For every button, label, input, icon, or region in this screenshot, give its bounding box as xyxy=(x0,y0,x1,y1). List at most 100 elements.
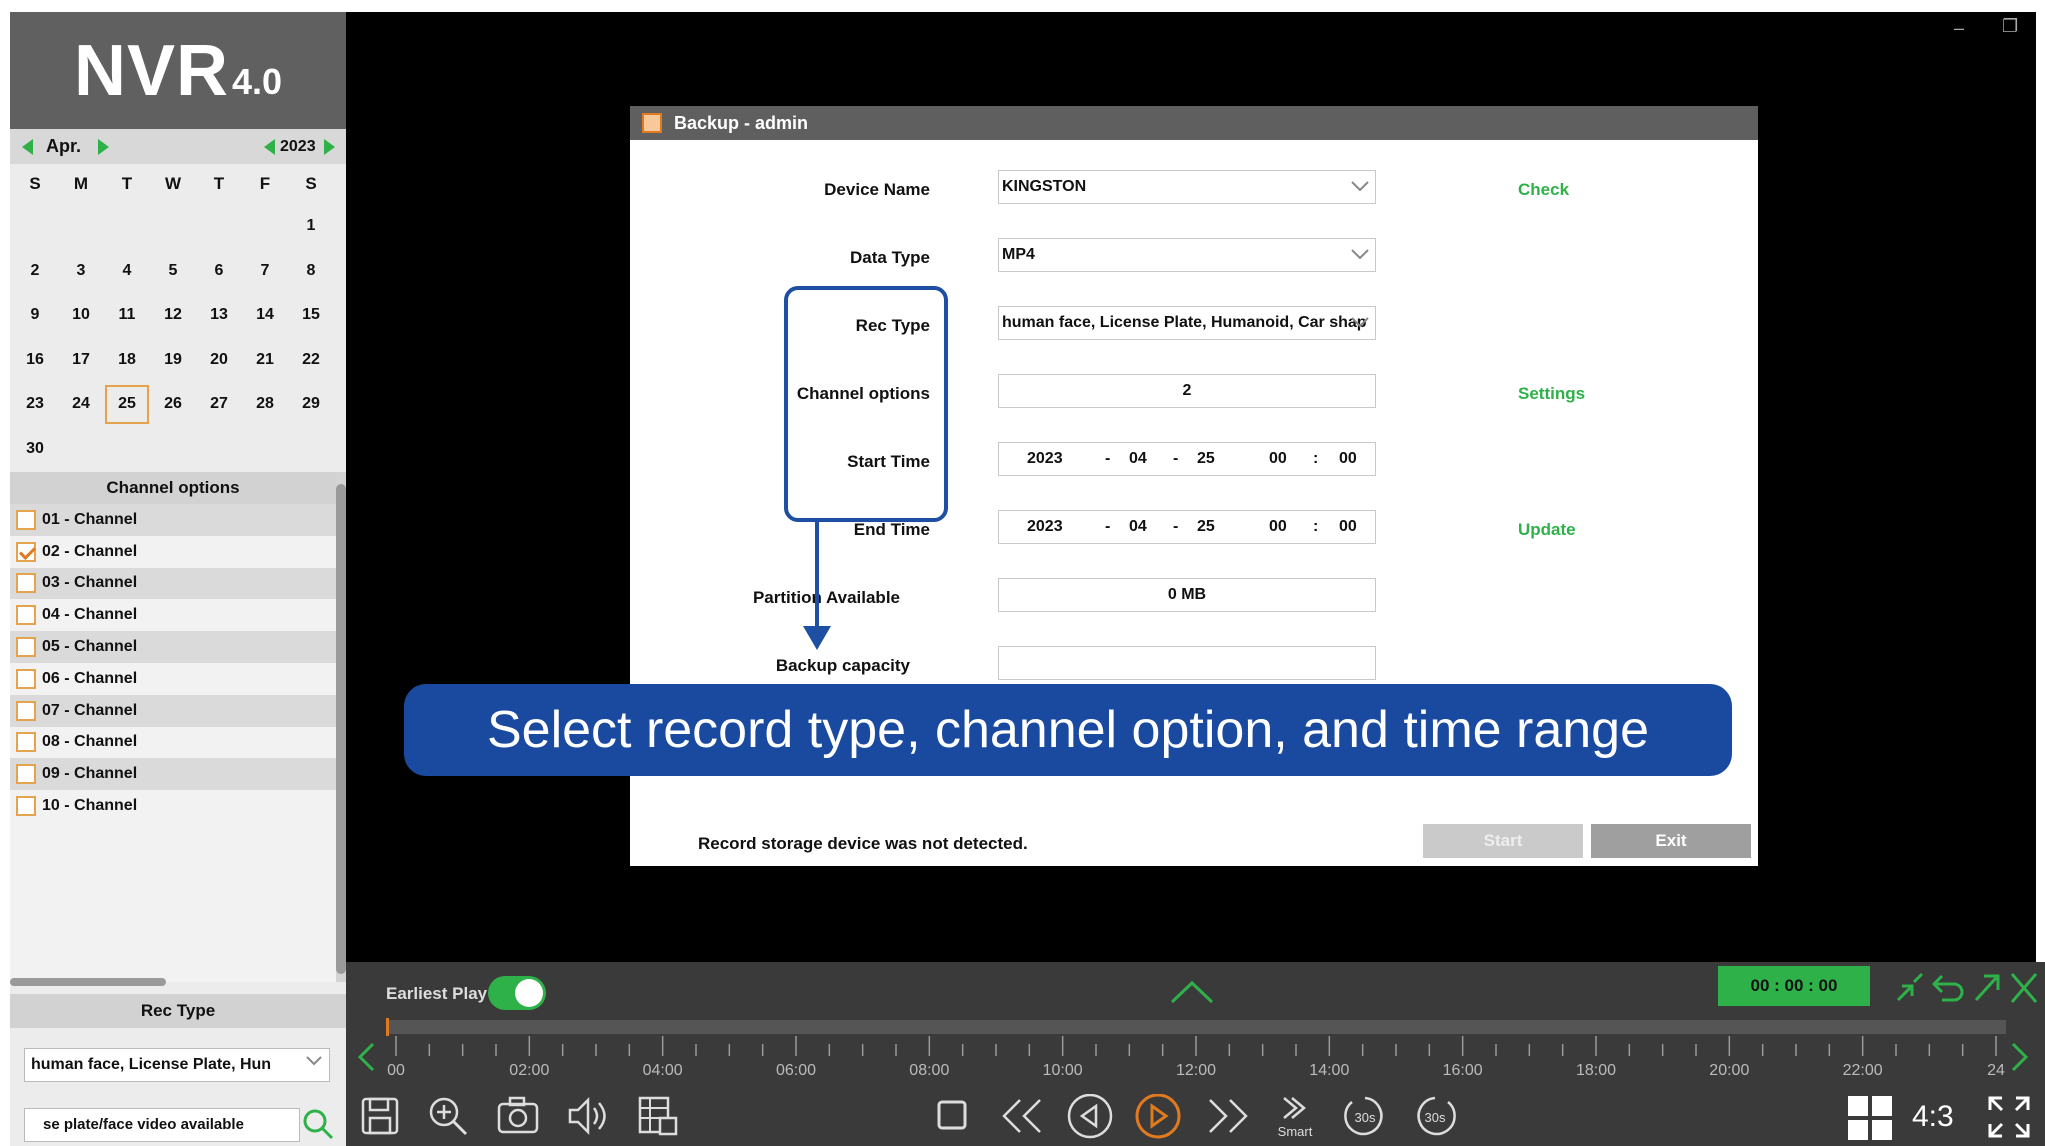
calendar-day[interactable]: 30 xyxy=(12,427,58,472)
end-minute[interactable]: 00 xyxy=(1339,511,1357,543)
skip-back-30s-icon[interactable]: 30s xyxy=(1342,1094,1388,1140)
calendar-day[interactable]: 6 xyxy=(196,249,242,294)
prev-month-icon[interactable] xyxy=(22,139,33,155)
device-name-select[interactable]: KINGSTON xyxy=(998,170,1376,204)
volume-icon[interactable] xyxy=(566,1094,610,1138)
calendar-day[interactable]: 13 xyxy=(196,293,242,338)
stop-icon[interactable] xyxy=(934,1094,970,1138)
timeline-track[interactable] xyxy=(386,1020,2006,1034)
collapse-icon[interactable] xyxy=(1896,972,1924,1002)
channel-row[interactable]: 06 - Channel xyxy=(10,663,336,695)
calendar-day[interactable]: 9 xyxy=(12,293,58,338)
channel-scrollbar-thumb[interactable] xyxy=(336,484,346,974)
settings-link[interactable]: Settings xyxy=(1518,384,1585,404)
calendar-day[interactable]: 14 xyxy=(242,293,288,338)
calendar-day[interactable]: 28 xyxy=(242,382,288,427)
calendar-day[interactable]: 4 xyxy=(104,249,150,294)
channel-row[interactable]: 02 - Channel xyxy=(10,536,336,568)
calendar-day[interactable]: 18 xyxy=(104,338,150,383)
horizontal-scrollbar-thumb[interactable] xyxy=(10,978,166,986)
calendar-day[interactable]: 19 xyxy=(150,338,196,383)
end-month[interactable]: 04 xyxy=(1129,511,1147,543)
end-day[interactable]: 25 xyxy=(1197,511,1215,543)
end-year[interactable]: 2023 xyxy=(1027,511,1063,543)
start-month[interactable]: 04 xyxy=(1129,443,1147,475)
end-hour[interactable]: 00 xyxy=(1269,511,1287,543)
chevron-right-icon[interactable] xyxy=(2010,1042,2030,1072)
exit-button[interactable]: Exit xyxy=(1591,824,1751,858)
channel-row[interactable]: 07 - Channel xyxy=(10,694,336,727)
start-time-field[interactable]: 2023 - 04 - 25 00 : 00 : 00 xyxy=(998,442,1376,476)
start-button[interactable]: Start xyxy=(1423,824,1583,858)
rec-type-dialog-select[interactable]: human face, License Plate, Humanoid, Car… xyxy=(998,306,1376,340)
calendar-day[interactable]: 17 xyxy=(58,338,104,383)
channel-checkbox[interactable] xyxy=(16,605,36,626)
calendar-day[interactable]: 26 xyxy=(150,382,196,427)
fullscreen-icon[interactable] xyxy=(1986,1094,2032,1140)
calendar-day[interactable]: 16 xyxy=(12,338,58,383)
channel-checkbox[interactable] xyxy=(16,732,36,753)
channel-checkbox[interactable] xyxy=(16,764,36,785)
calendar-day[interactable]: 12 xyxy=(150,293,196,338)
start-day[interactable]: 25 xyxy=(1197,443,1215,475)
start-hour[interactable]: 00 xyxy=(1269,443,1287,475)
calendar-day[interactable]: 22 xyxy=(288,338,334,383)
update-link[interactable]: Update xyxy=(1518,520,1576,540)
start-minute[interactable]: 00 xyxy=(1339,443,1357,475)
end-time-field[interactable]: 2023 - 04 - 25 00 : 00 : 00 xyxy=(998,510,1376,544)
channel-row[interactable]: 01 - Channel xyxy=(10,504,336,536)
calendar-day[interactable]: 7 xyxy=(242,249,288,294)
calendar-day[interactable]: 5 xyxy=(150,249,196,294)
aspect-ratio-label[interactable]: 4:3 xyxy=(1912,1100,1954,1134)
play-reverse-icon[interactable] xyxy=(1066,1094,1116,1144)
smart-play-icon[interactable]: Smart xyxy=(1270,1094,1320,1144)
close-icon[interactable] xyxy=(2010,973,2038,1003)
calendar-day-selected[interactable]: 25 xyxy=(105,385,149,424)
calendar-day[interactable]: 15 xyxy=(288,293,334,338)
channel-checkbox-checked[interactable] xyxy=(16,541,36,562)
calendar-day[interactable]: 20 xyxy=(196,338,242,383)
channel-row[interactable]: 09 - Channel xyxy=(10,758,336,791)
channel-checkbox[interactable] xyxy=(16,668,36,689)
search-icon[interactable] xyxy=(300,1106,336,1142)
calendar-day[interactable]: 10 xyxy=(58,293,104,338)
undo-icon[interactable] xyxy=(1931,974,1964,1002)
chevron-up-icon[interactable] xyxy=(1170,980,1214,1004)
zoom-in-icon[interactable] xyxy=(426,1094,470,1138)
chevron-left-icon[interactable] xyxy=(356,1042,376,1072)
save-icon[interactable] xyxy=(360,1094,400,1138)
restore-icon[interactable]: ❐ xyxy=(2002,16,2018,37)
smart-search-field[interactable]: se plate/face video available xyxy=(24,1108,300,1142)
minimize-icon[interactable]: – xyxy=(1954,18,1964,39)
check-link[interactable]: Check xyxy=(1518,180,1569,200)
layout-grid-icon[interactable] xyxy=(1846,1094,1894,1142)
chevron-down-icon[interactable] xyxy=(306,1056,322,1066)
next-month-icon[interactable] xyxy=(98,139,109,155)
channel-row[interactable]: 08 - Channel xyxy=(10,727,336,759)
calendar-day[interactable]: 21 xyxy=(242,338,288,383)
channel-row[interactable]: 10 - Channel xyxy=(10,790,336,822)
data-type-select[interactable]: MP4 xyxy=(998,238,1376,272)
earliest-play-toggle[interactable] xyxy=(488,976,546,1010)
channel-row[interactable]: 04 - Channel xyxy=(10,599,336,631)
channel-checkbox[interactable] xyxy=(16,700,36,721)
calendar-day[interactable]: 2 xyxy=(12,249,58,294)
next-year-icon[interactable] xyxy=(324,139,335,155)
calendar-day[interactable]: 27 xyxy=(196,382,242,427)
prev-year-icon[interactable] xyxy=(264,139,275,155)
start-year[interactable]: 2023 xyxy=(1027,443,1063,475)
rewind-icon[interactable] xyxy=(998,1094,1046,1138)
fast-forward-icon[interactable] xyxy=(1204,1094,1252,1138)
channel-row[interactable]: 03 - Channel xyxy=(10,567,336,600)
rec-type-select[interactable]: human face, License Plate, Hun xyxy=(24,1048,330,1082)
expand-icon[interactable] xyxy=(1974,974,2000,1002)
clip-grid-icon[interactable] xyxy=(636,1094,680,1138)
camera-snapshot-icon[interactable] xyxy=(496,1094,540,1138)
channel-checkbox[interactable] xyxy=(16,573,36,594)
timeline-playhead[interactable] xyxy=(386,1018,389,1036)
calendar-day[interactable]: 8 xyxy=(288,249,334,294)
channel-checkbox[interactable] xyxy=(16,796,36,817)
channel-options-field[interactable]: 2 xyxy=(998,374,1376,408)
calendar-day[interactable]: 11 xyxy=(104,293,150,338)
calendar-day[interactable]: 23 xyxy=(12,382,58,427)
